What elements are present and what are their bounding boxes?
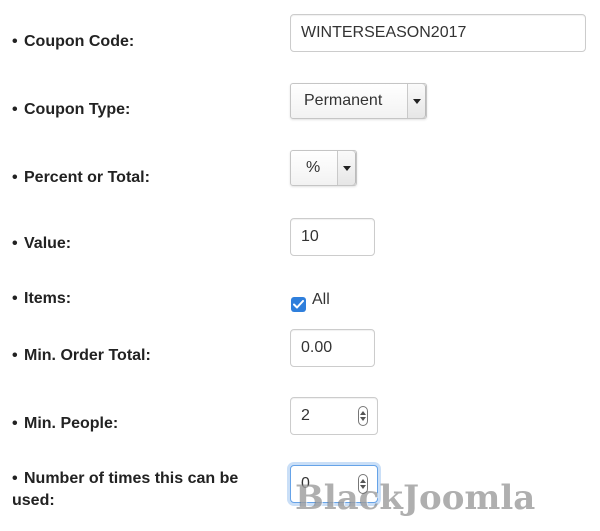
coupon-code-input[interactable]: WINTERSEASON2017 xyxy=(290,14,586,52)
min-order-total-label: • Min. Order Total: xyxy=(12,347,151,364)
triangle-down-icon[interactable] xyxy=(337,151,356,185)
items-all-checkbox[interactable] xyxy=(291,297,306,312)
items-label: • Items: xyxy=(12,290,72,307)
up-down-arrows-icon[interactable] xyxy=(358,406,368,426)
times-used-label: • Number of times this can be used: xyxy=(12,470,239,509)
percent-or-total-select[interactable]: % xyxy=(290,150,357,186)
min-order-total-input[interactable]: 0.00 xyxy=(290,329,375,367)
items-all-label[interactable]: All xyxy=(312,289,330,311)
coupon-type-label: • Coupon Type: xyxy=(12,101,131,118)
percent-or-total-selected: % xyxy=(306,159,321,176)
coupon-type-selected: Permanent xyxy=(304,92,383,109)
value-input[interactable]: 10 xyxy=(290,218,375,256)
min-people-label: • Min. People: xyxy=(12,415,119,432)
triangle-down-icon[interactable] xyxy=(407,84,426,118)
min-people-input[interactable]: 2 xyxy=(290,397,378,435)
min-people-value: 2 xyxy=(301,407,310,424)
value-label: • Value: xyxy=(12,235,72,252)
coupon-code-label: • Coupon Code: xyxy=(12,33,135,50)
percent-or-total-label: • Percent or Total: xyxy=(12,169,150,186)
coupon-type-select[interactable]: Permanent xyxy=(290,83,427,119)
checkmark-icon xyxy=(293,300,304,309)
watermark-logo: BlackJoomla xyxy=(295,478,536,518)
